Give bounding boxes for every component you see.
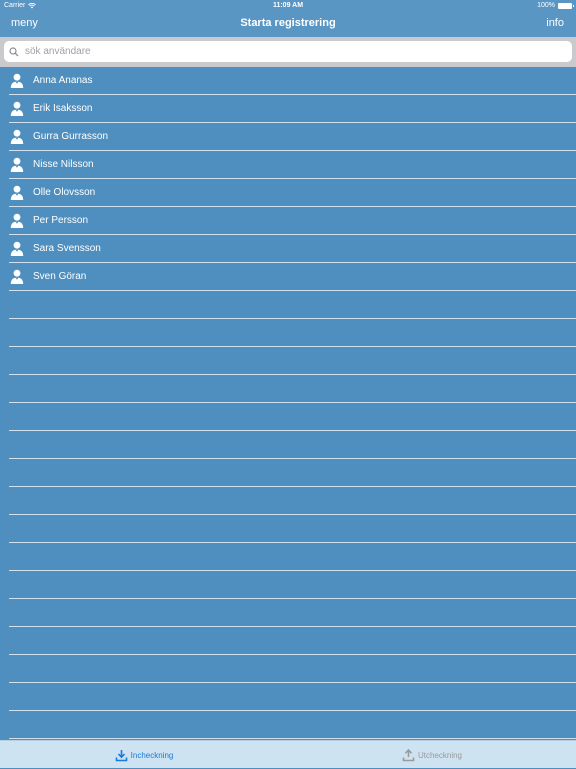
empty-row	[9, 487, 576, 515]
empty-row	[9, 627, 576, 655]
battery-icon	[558, 2, 574, 9]
user-row[interactable]: Nisse Nilsson	[9, 151, 576, 179]
tab-checkout-label: Utcheckning	[417, 750, 463, 760]
search-field[interactable]	[4, 41, 572, 62]
user-name: Anna Ananas	[33, 75, 93, 86]
tab-bar: Incheckning Utcheckning	[0, 740, 576, 768]
user-name: Nisse Nilsson	[33, 159, 94, 170]
empty-row	[9, 599, 576, 627]
user-row[interactable]: Erik Isaksson	[9, 95, 576, 123]
empty-row	[9, 683, 576, 711]
user-name: Gurra Gurrasson	[33, 131, 109, 142]
user-avatar-icon	[10, 185, 24, 200]
empty-row	[9, 711, 576, 739]
search-input[interactable]	[25, 46, 572, 57]
user-row[interactable]: Anna Ananas	[9, 67, 576, 95]
search-icon	[9, 45, 23, 59]
user-avatar-icon	[10, 241, 24, 256]
status-bar: Carrier 11:09 AM 100%	[0, 0, 576, 11]
upload-icon	[402, 748, 415, 762]
empty-row	[9, 375, 576, 403]
user-name: Sven Göran	[33, 271, 87, 282]
empty-row	[9, 655, 576, 683]
info-button[interactable]: info	[546, 17, 564, 29]
user-row[interactable]: Sara Svensson	[9, 235, 576, 263]
empty-row	[9, 431, 576, 459]
empty-row	[9, 571, 576, 599]
user-row[interactable]: Olle Olovsson	[9, 179, 576, 207]
tab-checkin[interactable]: Incheckning	[0, 741, 288, 769]
user-avatar-icon	[10, 101, 24, 116]
user-list: Anna Ananas Erik Isaksson Gurra Gurrasson N…	[0, 67, 576, 740]
download-icon	[115, 749, 128, 762]
user-avatar-icon	[10, 73, 24, 88]
user-name: Erik Isaksson	[33, 103, 93, 114]
battery-percent: 100%	[537, 2, 555, 9]
empty-row	[9, 347, 576, 375]
user-name: Per Persson	[33, 215, 89, 226]
user-row[interactable]: Sven Göran	[9, 263, 576, 291]
user-avatar-icon	[10, 269, 24, 284]
user-avatar-icon	[10, 157, 24, 172]
empty-row	[9, 291, 576, 319]
user-avatar-icon	[10, 213, 24, 228]
user-name: Sara Svensson	[33, 243, 101, 254]
search-bar	[0, 37, 576, 67]
tab-checkout[interactable]: Utcheckning	[288, 741, 576, 769]
user-row[interactable]: Gurra Gurrasson	[9, 123, 576, 151]
user-name: Olle Olovsson	[33, 187, 96, 198]
page-title: Starta registrering	[240, 17, 336, 29]
empty-row	[9, 403, 576, 431]
user-row[interactable]: Per Persson	[9, 207, 576, 235]
tab-checkin-label: Incheckning	[130, 750, 174, 760]
navigation-bar: meny Starta registrering info	[0, 11, 576, 37]
empty-row	[9, 319, 576, 347]
user-avatar-icon	[10, 129, 24, 144]
empty-row	[9, 459, 576, 487]
empty-row	[9, 515, 576, 543]
clock: 11:09 AM	[272, 2, 304, 9]
empty-row	[9, 543, 576, 571]
battery-info: 100%	[537, 0, 574, 11]
